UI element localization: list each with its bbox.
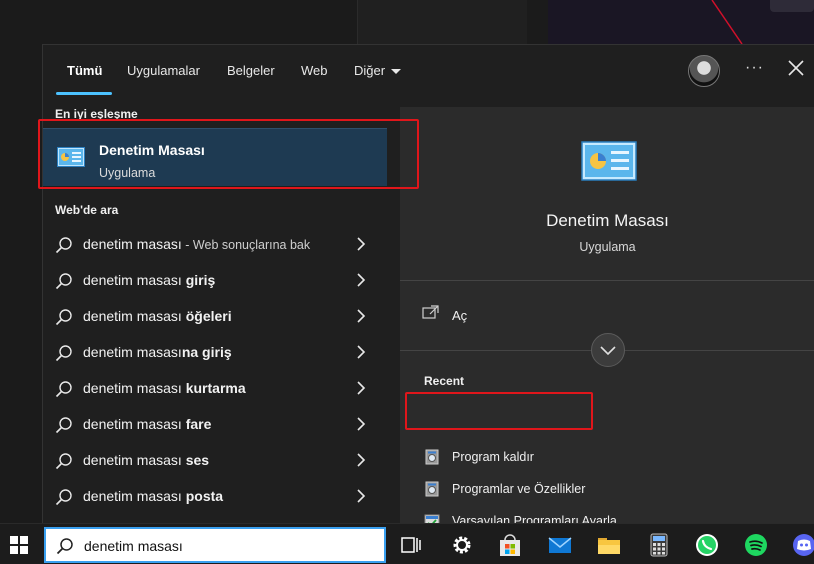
web-result-text: denetim masası kurtarma xyxy=(83,380,246,396)
file-explorer-icon[interactable] xyxy=(596,532,622,558)
recent-heading: Recent xyxy=(424,374,465,388)
web-result-completion: fare xyxy=(185,416,212,432)
web-result-row[interactable]: denetim masası giriş xyxy=(43,262,387,298)
tab-all[interactable]: Tümü xyxy=(67,63,102,78)
search-icon xyxy=(55,453,72,470)
web-result-text: denetim masası posta xyxy=(83,488,223,504)
search-icon xyxy=(55,417,72,434)
search-icon xyxy=(55,237,72,254)
web-result-query: denetim masası xyxy=(83,452,186,468)
web-result-query: denetim masası xyxy=(83,272,186,288)
windows-start-icon[interactable] xyxy=(10,536,28,554)
search-icon xyxy=(56,538,73,555)
web-result-row[interactable]: denetim masasına giriş xyxy=(43,334,387,370)
web-result-hint: - Web sonuçlarına bak xyxy=(181,238,311,252)
close-icon[interactable] xyxy=(785,57,807,79)
open-icon xyxy=(422,305,439,319)
web-result-text: denetim masası - Web sonuçlarına bak xyxy=(83,236,310,252)
settings-icon[interactable] xyxy=(449,532,475,558)
chevron-right-icon[interactable] xyxy=(355,309,367,323)
highlight-box xyxy=(38,119,419,189)
chevron-right-icon[interactable] xyxy=(355,489,367,503)
web-result-query: denetim masası xyxy=(83,308,186,324)
web-result-completion: kurtarma xyxy=(185,380,246,396)
calculator-icon[interactable] xyxy=(646,532,672,558)
search-icon xyxy=(55,345,72,362)
chevron-right-icon[interactable] xyxy=(355,381,367,395)
divider xyxy=(400,280,814,281)
chevron-right-icon[interactable] xyxy=(355,417,367,431)
detail-pane: Denetim Masası Uygulama Aç Recent Progra… xyxy=(400,107,814,560)
detail-app-title: Denetim Masası xyxy=(546,211,669,230)
task-view-icon[interactable] xyxy=(398,532,424,558)
web-result-completion: öğeleri xyxy=(185,308,232,324)
store-icon[interactable] xyxy=(497,532,523,558)
web-result-text: denetim masası giriş xyxy=(83,272,215,288)
chevron-right-icon[interactable] xyxy=(355,237,367,251)
web-result-row[interactable]: denetim masası öğeleri xyxy=(43,298,387,334)
chevron-down-icon xyxy=(391,69,402,75)
chevron-down-icon xyxy=(600,346,616,356)
web-search-heading: Web'de ara xyxy=(55,203,119,217)
detail-app-subtitle: Uygulama xyxy=(579,240,636,254)
spotify-icon[interactable] xyxy=(743,532,769,558)
web-result-text: denetim masası öğeleri xyxy=(83,308,232,324)
search-panel: Tümü Uygulamalar Belgeler Web Diğer ··· … xyxy=(42,44,814,560)
chevron-right-icon[interactable] xyxy=(355,345,367,359)
web-result-query: denetim masası xyxy=(83,380,186,396)
mail-icon[interactable] xyxy=(547,532,573,558)
recent-item-label: Programlar ve Özellikler xyxy=(452,482,586,496)
chevron-right-icon[interactable] xyxy=(355,273,367,287)
tab-web[interactable]: Web xyxy=(301,63,328,78)
tab-apps[interactable]: Uygulamalar xyxy=(127,63,200,78)
discord-icon[interactable] xyxy=(791,532,814,558)
web-result-completion: giriş xyxy=(185,272,216,288)
web-result-text: denetim masası fare xyxy=(83,416,211,432)
recent-item-label: Program kaldır xyxy=(452,450,534,464)
web-result-row[interactable]: denetim masası kurtarma xyxy=(43,370,387,406)
web-result-text: denetim masası ses xyxy=(83,452,209,468)
search-tabs-bar: Tümü Uygulamalar Belgeler Web Diğer ··· xyxy=(43,45,814,95)
taskbar-search-box[interactable] xyxy=(44,527,386,563)
web-result-text: denetim masasına giriş xyxy=(83,344,232,360)
web-result-row[interactable]: denetim masası posta xyxy=(43,478,387,514)
taskbar xyxy=(0,523,814,564)
program-icon xyxy=(425,449,439,465)
expand-button[interactable] xyxy=(591,333,625,367)
web-result-completion: posta xyxy=(185,488,224,504)
search-icon xyxy=(55,381,72,398)
program-icon xyxy=(425,481,439,497)
control-panel-icon xyxy=(581,141,637,181)
open-label: Aç xyxy=(452,308,468,323)
tab-more-label: Diğer xyxy=(354,63,386,78)
chevron-right-icon[interactable] xyxy=(355,453,367,467)
web-result-row[interactable]: denetim masası - Web sonuçlarına bak xyxy=(43,226,387,262)
web-result-query: denetim masası xyxy=(83,488,186,504)
highlight-box xyxy=(405,392,593,430)
web-result-completion: ses xyxy=(185,452,210,468)
search-input[interactable] xyxy=(84,535,364,557)
avatar[interactable] xyxy=(688,55,720,87)
more-options-button[interactable]: ··· xyxy=(745,59,764,77)
search-icon xyxy=(55,273,72,290)
search-icon xyxy=(55,489,72,506)
whatsapp-icon[interactable] xyxy=(694,532,720,558)
web-result-row[interactable]: denetim masası fare xyxy=(43,406,387,442)
web-result-query: denetim masası xyxy=(83,236,182,252)
tab-documents[interactable]: Belgeler xyxy=(227,63,275,78)
web-result-completion: na giriş xyxy=(181,344,232,360)
web-result-query: denetim masası xyxy=(83,344,182,360)
tab-more[interactable]: Diğer xyxy=(354,63,402,78)
web-result-row[interactable]: denetim masası ses xyxy=(43,442,387,478)
web-result-query: denetim masası xyxy=(83,416,186,432)
search-icon xyxy=(55,309,72,326)
background-red-line xyxy=(711,0,743,44)
